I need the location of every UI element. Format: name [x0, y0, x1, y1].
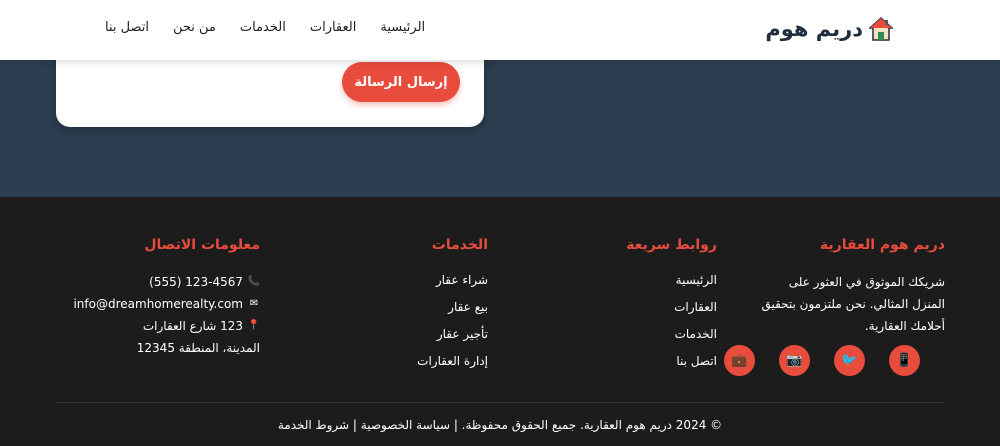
nav-services[interactable]: الخدمات	[240, 20, 286, 35]
nav-about[interactable]: من نحن	[173, 20, 216, 35]
envelope-icon: ✉	[249, 298, 259, 309]
map-pin-icon: 📍	[247, 320, 260, 331]
service-link-manage[interactable]: إدارة العقارات	[368, 352, 488, 379]
contact-phone[interactable]: 📞 (555) 123-4567	[60, 271, 260, 293]
service-link-rent[interactable]: تأجير عقار	[368, 325, 488, 352]
address-line-2: المدينة، المنطقة 12345	[136, 341, 260, 355]
footer-link-contact[interactable]: اتصل بنا	[597, 352, 717, 379]
address-line-1: 123 شارع العقارات	[142, 319, 243, 333]
camera-icon[interactable]: 📷	[779, 345, 810, 376]
email-address: info@dreamhomerealty.com	[73, 297, 243, 311]
nav-home[interactable]: الرئيسية	[380, 20, 425, 35]
footer-divider	[55, 402, 945, 403]
footer-brand-title: دريم هوم العقارية	[819, 237, 945, 253]
contact-title: معلومات الاتصال	[144, 237, 260, 253]
service-link-buy[interactable]: شراء عقار	[368, 271, 488, 298]
bird-icon[interactable]: 🐦	[834, 345, 865, 376]
phone-icon: 📞	[247, 276, 260, 287]
brand-logo[interactable]: دريم هوم	[765, 16, 893, 42]
nav-contact[interactable]: اتصل بنا	[105, 20, 149, 35]
briefcase-icon[interactable]: 💼	[724, 345, 755, 376]
site-header: دريم هوم الرئيسية العقارات الخدمات من نح…	[0, 0, 1000, 60]
footer-quick-links: روابط سريعة الرئيسية العقارات الخدمات ات…	[597, 237, 717, 379]
quick-links-title: روابط سريعة	[626, 237, 717, 253]
social-links: 📱 🐦 📷 💼	[724, 345, 920, 376]
contact-address: 📍 123 شارع العقارات	[60, 315, 260, 337]
footer-contact-info: معلومات الاتصال 📞 (555) 123-4567 ✉ info@…	[60, 237, 260, 359]
house-icon	[869, 16, 893, 41]
nav-properties[interactable]: العقارات	[310, 20, 357, 35]
footer-about: دريم هوم العقارية شريكك الموثوق في العثو…	[755, 237, 945, 337]
main-nav: الرئيسية العقارات الخدمات من نحن اتصل بن…	[105, 20, 425, 35]
contact-email[interactable]: ✉ info@dreamhomerealty.com	[60, 293, 260, 315]
contact-address-2: المدينة، المنطقة 12345	[60, 337, 260, 359]
phone-number: (555) 123-4567	[149, 275, 243, 289]
send-message-button[interactable]: إرسال الرسالة	[342, 62, 460, 102]
footer-services: الخدمات شراء عقار بيع عقار تأجير عقار إد…	[368, 237, 488, 379]
services-title: الخدمات	[431, 237, 488, 253]
brand-name: دريم هوم	[765, 17, 863, 41]
footer-brand-description: شريكك الموثوق في العثور على المنزل المثا…	[761, 275, 945, 333]
tablet-icon[interactable]: 📱	[889, 345, 920, 376]
footer-link-home[interactable]: الرئيسية	[597, 271, 717, 298]
service-link-sell[interactable]: بيع عقار	[368, 298, 488, 325]
footer-link-properties[interactable]: العقارات	[597, 298, 717, 325]
footer-link-services[interactable]: الخدمات	[597, 325, 717, 352]
copyright-text: © 2024 دريم هوم العقارية. جميع الحقوق مح…	[277, 418, 723, 432]
